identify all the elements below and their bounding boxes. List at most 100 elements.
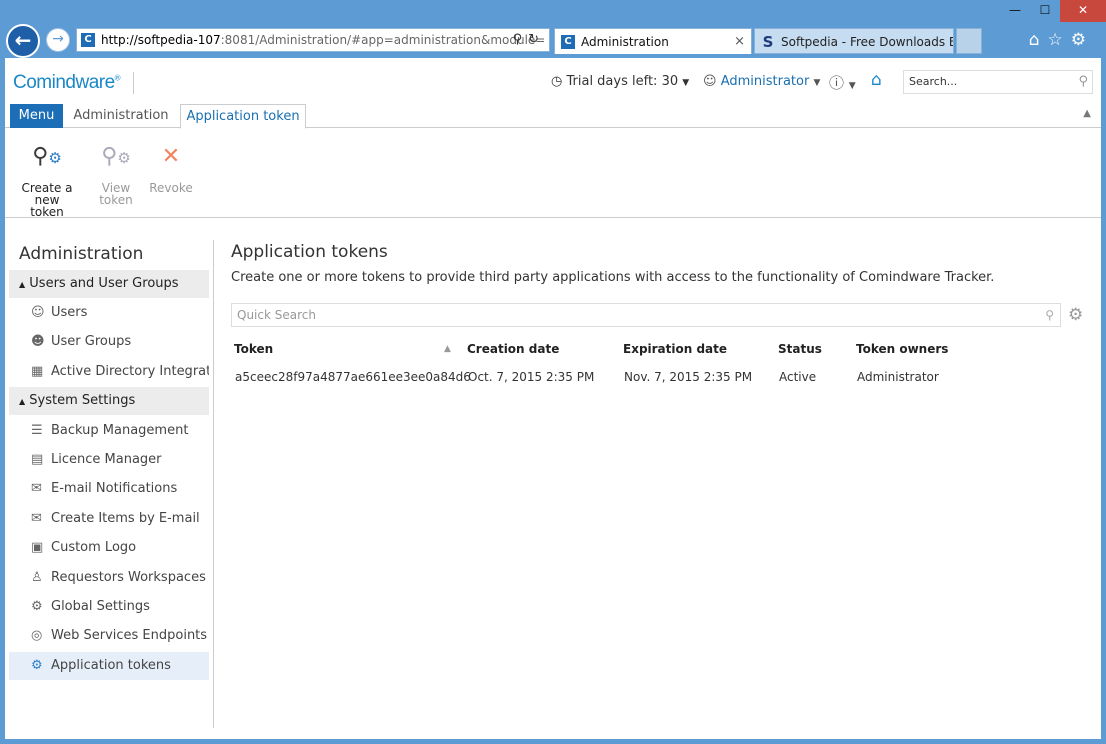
create-token-label-2: token — [30, 205, 64, 219]
column-header-status[interactable]: Status — [778, 342, 822, 356]
tab-label: Administration — [581, 35, 669, 49]
cell-status: Active — [779, 370, 817, 384]
create-token-label: Create a new — [21, 181, 73, 207]
sidebar-item-email-notifications[interactable]: ✉ E-mail Notifications — [9, 475, 209, 503]
new-tab-button[interactable] — [956, 28, 982, 54]
collapse-ribbon-icon[interactable]: ▲ — [1083, 108, 1091, 119]
user-menu[interactable]: ☺ Administrator ▼ — [703, 74, 820, 89]
trial-text: Trial days left: 30 — [566, 74, 679, 89]
quick-search-placeholder: Quick Search — [237, 308, 316, 322]
tab-label: Softpedia - Free Downloads En... — [781, 35, 953, 49]
chevron-down-icon: ▼ — [813, 78, 821, 88]
global-search-input[interactable]: Search... ⚲ — [903, 70, 1093, 94]
clock-icon: ◷ — [551, 74, 563, 89]
backup-icon: ☰ — [31, 423, 43, 438]
revoke-label: Revoke — [149, 181, 193, 195]
sidebar-item-requestors[interactable]: ♙ Requestors Workspaces — [9, 564, 209, 592]
forward-arrow-icon[interactable]: → — [46, 28, 70, 52]
search-icon[interactable]: ⚲ — [1045, 304, 1054, 326]
sidebar-item-label: User Groups — [51, 334, 132, 349]
token-icon: ⚙ — [31, 658, 43, 673]
home-icon[interactable]: ⌂ — [1029, 30, 1048, 50]
ribbon-toolbar: ⚲⚙ Create a new token ⚲⚙ View token ✕ Re… — [5, 128, 1101, 218]
sidebar-item-users[interactable]: ☺ Users — [9, 299, 209, 327]
active-directory-icon: ▦ — [31, 364, 44, 379]
globe-icon: ◎ — [31, 628, 43, 643]
revoke-button[interactable]: ✕ Revoke — [149, 142, 193, 194]
tab-administration[interactable]: Administration — [71, 104, 171, 128]
site-favicon-icon: C — [81, 33, 95, 47]
sort-ascending-icon[interactable]: ▲ — [444, 344, 451, 354]
view-token-button[interactable]: ⚲⚙ View token — [93, 142, 139, 206]
home-icon[interactable]: ⌂ — [871, 70, 882, 90]
window-border-bottom — [0, 739, 1106, 744]
close-window-button[interactable]: ✕ — [1060, 0, 1106, 22]
user-icon: ☺ — [703, 74, 717, 89]
sidebar-item-create-by-email[interactable]: ✉ Create Items by E-mail — [9, 505, 209, 533]
chevron-down-icon: ▼ — [682, 78, 690, 88]
settings-gear-icon[interactable]: ⚙ — [1071, 30, 1094, 50]
chevron-down-icon: ▼ — [848, 81, 856, 91]
quick-search-input[interactable]: Quick Search ⚲ — [231, 303, 1061, 327]
browser-chrome: ← → C http://softpedia-107:8081/Administ… — [0, 0, 1106, 58]
page-title: Application tokens — [231, 242, 388, 262]
star-icon[interactable]: ☆ — [1048, 30, 1071, 50]
sidebar-item-label: Requestors Workspaces — [51, 570, 206, 585]
create-token-button[interactable]: ⚲⚙ Create a new token — [9, 142, 85, 218]
sidebar-item-label: Web Services Endpoints — [51, 628, 208, 643]
chevron-up-icon: ▲ — [19, 397, 26, 406]
sidebar-divider — [213, 240, 214, 728]
maximize-button[interactable]: ☐ — [1030, 0, 1060, 22]
logo-icon: ▣ — [31, 540, 44, 555]
comindware-logo[interactable]: Comindware® — [13, 72, 121, 94]
sidebar-item-global-settings[interactable]: ⚙ Global Settings — [9, 593, 209, 621]
sidebar-item-licence[interactable]: ▤ Licence Manager — [9, 446, 209, 474]
logo-text: Comindware — [13, 72, 115, 93]
search-icon[interactable]: ⚲ — [1078, 71, 1088, 93]
sidebar-item-label: Application tokens — [51, 658, 171, 673]
column-header-creation-date[interactable]: Creation date — [467, 342, 559, 356]
sidebar-item-label: E-mail Notifications — [51, 481, 178, 496]
refresh-icon[interactable]: ↻ — [528, 32, 545, 47]
back-arrow-icon[interactable]: ← — [6, 24, 40, 58]
sidebar-item-label: Users — [51, 305, 88, 320]
address-bar[interactable]: C http://softpedia-107:8081/Administrati… — [76, 28, 550, 52]
minimize-button[interactable]: — — [1000, 0, 1030, 22]
view-token-label-2: token — [99, 193, 133, 207]
logo-divider — [133, 72, 134, 94]
column-header-expiration-date[interactable]: Expiration date — [623, 342, 727, 356]
sidebar-item-label: Backup Management — [51, 423, 189, 438]
grid-settings-gear-icon[interactable]: ⚙ — [1068, 305, 1083, 325]
sidebar-item-backup[interactable]: ☰ Backup Management — [9, 417, 209, 445]
column-header-token[interactable]: Token — [234, 342, 273, 356]
browser-tab-softpedia[interactable]: S Softpedia - Free Downloads En... — [754, 28, 954, 54]
sidebar-group-system[interactable]: ▲ System Settings — [9, 387, 209, 415]
column-header-token-owners[interactable]: Token owners — [856, 342, 948, 356]
user-group-icon: ☻ — [31, 334, 45, 349]
close-tab-icon[interactable]: × — [734, 29, 745, 54]
cell-token-owners: Administrator — [857, 370, 939, 384]
sidebar-item-web-services[interactable]: ◎ Web Services Endpoints — [9, 622, 209, 650]
help-menu[interactable]: ⓘ ▼ — [829, 72, 856, 93]
trial-indicator[interactable]: ◷ Trial days left: 30 ▼ — [551, 74, 689, 89]
tab-menu[interactable]: Menu — [10, 104, 63, 128]
page-description: Create one or more tokens to provide thi… — [231, 270, 995, 285]
revoke-x-icon: ✕ — [161, 144, 181, 169]
sidebar-item-application-tokens[interactable]: ⚙ Application tokens — [9, 652, 209, 680]
browser-tab-administration[interactable]: C Administration × — [554, 28, 752, 54]
address-path: :8081/Administration/#app=administration… — [220, 33, 546, 47]
sidebar-group-users[interactable]: ▲ Users and User Groups — [9, 270, 209, 298]
sidebar-item-custom-logo[interactable]: ▣ Custom Logo — [9, 534, 209, 562]
sidebar-item-user-groups[interactable]: ☻ User Groups — [9, 328, 209, 356]
softpedia-favicon-icon: S — [762, 33, 774, 51]
admin-sidebar: Administration ▲ Users and User Groups ☺… — [5, 238, 213, 728]
search-icon[interactable]: ⚲ — [513, 32, 529, 47]
sidebar-item-active-directory[interactable]: ▦ Active Directory Integrati... — [9, 358, 209, 386]
ribbon-tabs: Menu Administration Application token ▲ — [5, 104, 1101, 129]
chevron-up-icon: ▲ — [19, 280, 26, 289]
view-token-icon: ⚲⚙ — [101, 144, 131, 169]
user-icon: ☺ — [31, 305, 45, 320]
workspace-icon: ♙ — [31, 570, 43, 585]
tab-application-token[interactable]: Application token — [180, 104, 306, 129]
group-label: Users and User Groups — [29, 276, 179, 291]
